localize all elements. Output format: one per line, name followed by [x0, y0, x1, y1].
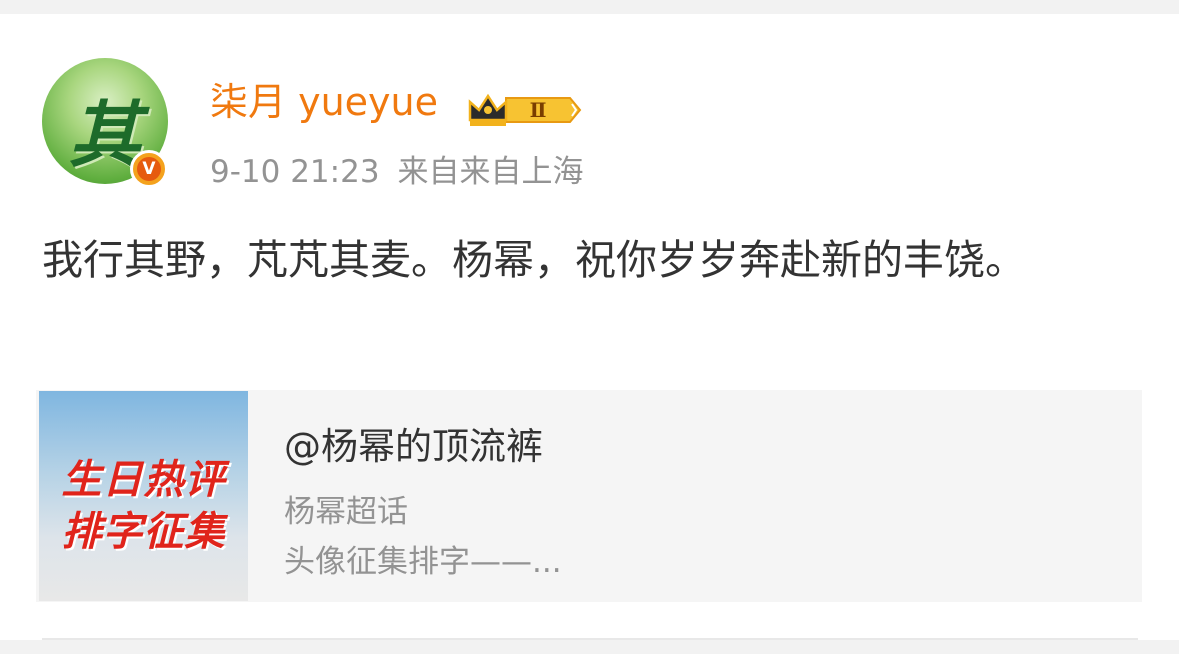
card-subtitle: 杨幂超话: [284, 494, 408, 530]
vip-level-label: Ⅱ: [530, 98, 547, 122]
link-card[interactable]: 生日热评 排字征集 @杨幂的顶流裤 杨幂超话 头像征集排字——...: [36, 390, 1142, 602]
card-thumbnail: 生日热评 排字征集: [39, 391, 248, 601]
post-source: 来自来自上海: [397, 154, 584, 190]
post-meta: 9-10 21:23 来自来自上海: [210, 150, 602, 194]
verified-mark: V: [137, 157, 161, 181]
vip-crown-badge-icon[interactable]: Ⅱ: [466, 90, 582, 130]
post-time: 9-10 21:23: [210, 154, 380, 190]
divider: [42, 638, 1138, 640]
card-title: @杨幂的顶流裤: [284, 425, 543, 468]
thumbnail-line-2: 排字征集: [61, 509, 226, 555]
card-description: 头像征集排字——...: [284, 544, 562, 580]
verified-badge-icon: V: [130, 150, 168, 188]
post-content: 我行其野，芃芃其麦。杨幂，祝你岁岁奔赴新的丰饶。: [42, 236, 1026, 284]
username[interactable]: 柒月 yueyue: [210, 78, 438, 126]
weibo-post: 其 V 柒月 yueyue Ⅱ 9-10 21:23 来自来自上海 我行其野，芃芃…: [0, 14, 1179, 640]
thumbnail-line-1: 生日热评: [61, 457, 226, 503]
